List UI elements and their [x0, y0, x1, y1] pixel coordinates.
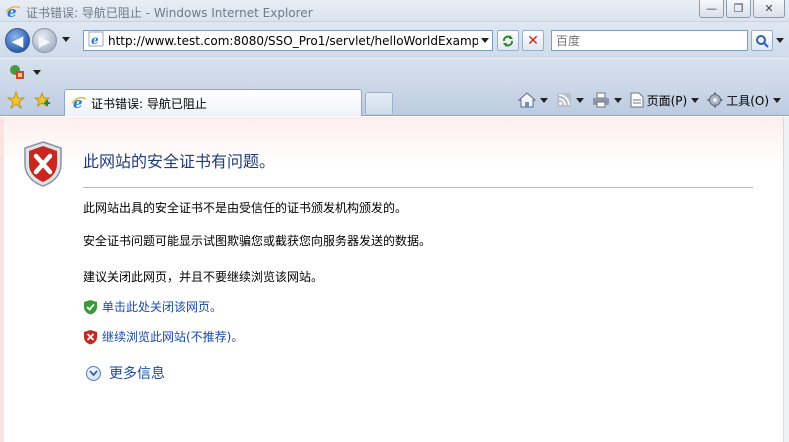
address-bar[interactable]: e http://www.test.com:8080/SSO_Pro1/serv…	[83, 30, 493, 51]
refresh-button[interactable]	[497, 30, 519, 51]
search-button[interactable]	[751, 30, 773, 51]
continue-link-text[interactable]: 继续浏览此网站(不推荐)。	[102, 328, 243, 345]
arrow-right-icon: ▶	[38, 31, 51, 50]
window-title: 证书错误: 导航已阻止 - Windows Internet Explorer	[26, 6, 313, 20]
tab-bar: e 证书错误: 导航已阻止 页面(P) 工具(O)	[0, 84, 789, 116]
svg-text:e: e	[73, 94, 83, 110]
search-input[interactable]	[552, 31, 747, 50]
maximize-button[interactable]: ❐	[726, 0, 751, 18]
arrow-left-icon: ◀	[11, 31, 24, 50]
refresh-icon	[503, 34, 513, 47]
scrollbar[interactable]	[783, 117, 789, 442]
page-menu[interactable]: 页面(P)	[630, 92, 700, 109]
home-button[interactable]	[517, 92, 548, 108]
favorites-star-icon[interactable]	[6, 90, 26, 112]
print-button[interactable]	[592, 92, 622, 108]
command-bar: 页面(P) 工具(O)	[510, 90, 781, 110]
chevron-down-icon	[691, 97, 700, 103]
continue-to-website-link[interactable]: 继续浏览此网站(不推荐)。	[83, 328, 243, 345]
back-button[interactable]: ◀	[5, 28, 30, 53]
stop-button[interactable]: ✕	[522, 30, 544, 51]
address-url[interactable]: http://www.test.com:8080/SSO_Pro1/servle…	[108, 34, 478, 48]
more-information-label[interactable]: 更多信息	[109, 363, 165, 383]
svg-text:e: e	[91, 33, 99, 47]
new-tab-button[interactable]	[365, 92, 393, 114]
tools-menu[interactable]: 工具(O)	[707, 92, 781, 109]
divider	[83, 187, 753, 188]
minimize-button[interactable]: —	[699, 0, 724, 18]
search-options-dropdown[interactable]	[776, 38, 784, 43]
home-icon	[517, 92, 536, 108]
recommendation-text: 建议关闭此网页，并且不要继续浏览该网站。	[83, 270, 324, 284]
title-bar: e 证书错误: 导航已阻止 - Windows Internet Explore…	[0, 0, 789, 22]
page-menu-label: 页面(P)	[646, 93, 688, 108]
search-box[interactable]	[551, 30, 748, 51]
chevron-down-icon	[539, 97, 548, 103]
toolbar	[0, 58, 789, 84]
navigation-bar: ◀ ▶ e http://www.test.com:8080/SSO_Pro1/…	[0, 22, 789, 58]
chevron-down-icon	[481, 38, 489, 43]
recent-pages-dropdown[interactable]	[62, 37, 70, 42]
shield-check-icon	[84, 299, 97, 314]
svg-text:e: e	[7, 3, 17, 19]
tab-active[interactable]: e 证书错误: 导航已阻止	[64, 89, 362, 116]
explanation-text: 此网站出具的安全证书不是由受信任的证书颁发机构颁发的。	[83, 201, 408, 215]
warning-text: 安全证书问题可能显示试图欺骗您或截获您向服务器发送的数据。	[83, 234, 432, 248]
close-window-button[interactable]: ✕	[753, 0, 785, 18]
close-page-link[interactable]: 单击此处关闭该网页。	[83, 298, 222, 315]
error-shield-icon	[22, 140, 64, 191]
feeds-button[interactable]	[556, 92, 584, 108]
chevron-down-icon	[575, 97, 584, 103]
ie-logo-icon: e	[5, 3, 21, 22]
toolbar-dropdown[interactable]	[33, 70, 41, 75]
rss-feed-icon	[556, 93, 571, 107]
add-favorite-icon[interactable]	[33, 91, 51, 112]
address-dropdown[interactable]	[478, 31, 492, 50]
shield-x-icon	[84, 329, 97, 344]
translate-icon[interactable]	[8, 63, 26, 84]
stop-icon: ✕	[527, 32, 539, 49]
forward-button[interactable]: ▶	[32, 28, 57, 53]
more-information-toggle[interactable]: 更多信息	[86, 363, 165, 383]
page-icon: e	[88, 31, 104, 50]
printer-icon	[592, 92, 609, 108]
tab-title: 证书错误: 导航已阻止	[91, 96, 207, 111]
ie-logo-icon: e	[71, 94, 87, 113]
chevron-down-circle-icon	[86, 365, 101, 381]
chevron-down-icon	[773, 97, 781, 103]
tools-menu-label: 工具(O)	[726, 93, 769, 108]
page-icon	[630, 92, 644, 108]
gear-icon	[707, 92, 723, 108]
search-icon	[756, 34, 769, 48]
close-page-link-text[interactable]: 单击此处关闭该网页。	[102, 298, 222, 315]
chevron-down-icon	[613, 97, 622, 103]
window-controls: — ❐ ✕	[699, 0, 785, 18]
page-title: 此网站的安全证书有问题。	[83, 152, 276, 171]
